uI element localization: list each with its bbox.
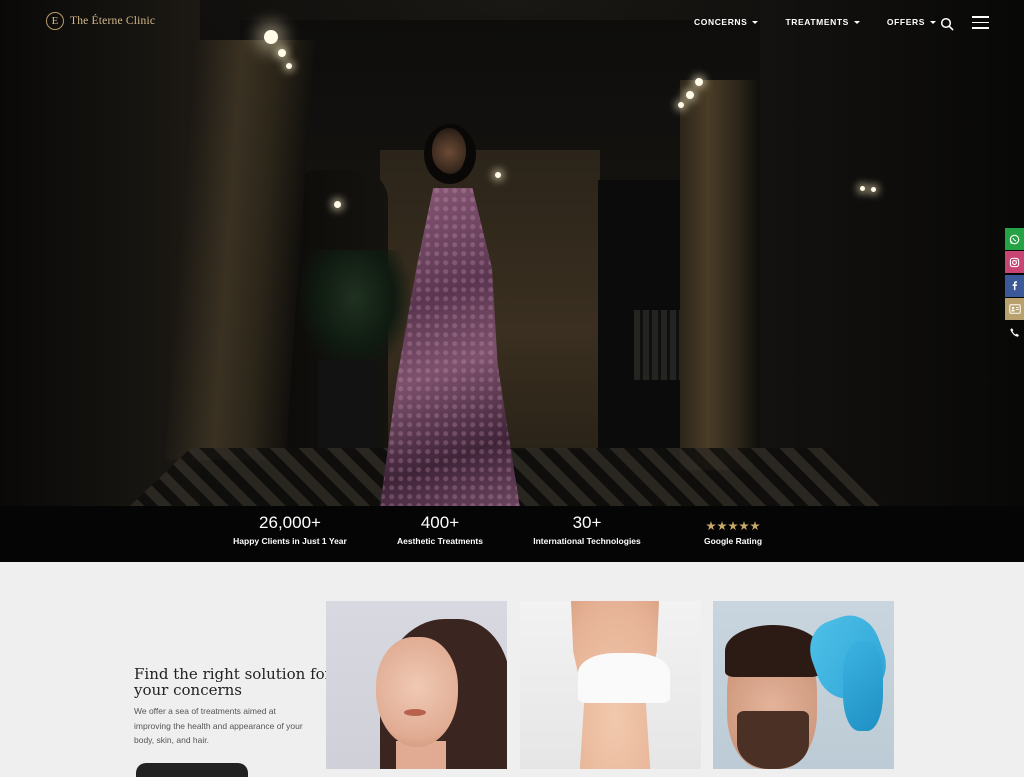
star-icon xyxy=(750,521,760,531)
search-icon[interactable] xyxy=(940,17,954,31)
ceiling-light xyxy=(871,187,876,192)
nav-offers[interactable]: OFFERS xyxy=(887,17,936,27)
section-description: We offer a sea of treatments aimed at im… xyxy=(134,706,303,745)
rating-stars xyxy=(653,513,813,533)
chevron-down-icon xyxy=(752,20,759,24)
contact-card-icon[interactable] xyxy=(1005,297,1024,320)
site-header: E The Éterne Clinic CONCERNS TREATMENTS … xyxy=(0,0,1024,48)
nav-treatments[interactable]: TREATMENTS xyxy=(785,17,860,27)
ceiling-light xyxy=(286,63,292,69)
nav-concerns[interactable]: CONCERNS xyxy=(694,17,759,27)
hero-right-pillar xyxy=(680,80,760,470)
instagram-icon[interactable] xyxy=(1005,251,1024,274)
star-icon xyxy=(728,521,738,531)
brand-logo[interactable]: E The Éterne Clinic xyxy=(46,12,155,30)
ceiling-light xyxy=(334,201,341,208)
stats-bar: 26,000+ Happy Clients in Just 1 Year 400… xyxy=(0,506,1024,562)
main-nav: CONCERNS TREATMENTS OFFERS xyxy=(694,17,936,27)
chevron-down-icon xyxy=(853,20,860,24)
star-icon xyxy=(717,521,727,531)
chevron-down-icon xyxy=(929,20,936,24)
hero-right-wall xyxy=(760,0,1024,506)
section-title: Find the right solution for your concern… xyxy=(134,665,332,699)
face-concern-image[interactable] xyxy=(326,601,507,769)
ceiling-light xyxy=(860,186,865,191)
stat-google-rating: Google Rating xyxy=(653,513,813,546)
nav-treatments-label: TREATMENTS xyxy=(785,17,849,27)
logo-mark: E xyxy=(46,12,64,30)
whatsapp-icon[interactable] xyxy=(1005,228,1024,250)
star-icon xyxy=(739,521,749,531)
phone-icon[interactable] xyxy=(1005,321,1024,343)
ceiling-light xyxy=(278,49,286,57)
stat-value: 26,000+ xyxy=(259,513,321,532)
facebook-icon[interactable] xyxy=(1005,274,1024,297)
social-sidebar xyxy=(1005,228,1024,344)
stat-happy-clients: 26,000+ Happy Clients in Just 1 Year xyxy=(210,513,370,546)
stat-technologies: 30+ International Technologies xyxy=(507,513,667,546)
stat-label: Google Rating xyxy=(703,536,763,546)
nav-concerns-label: CONCERNS xyxy=(694,17,748,27)
hamburger-menu-icon[interactable] xyxy=(972,16,990,30)
stat-label: International Technologies xyxy=(533,536,641,546)
star-icon xyxy=(706,521,716,531)
ceiling-light xyxy=(678,102,684,108)
hero-banner xyxy=(0,0,1024,506)
explore-button[interactable] xyxy=(136,763,248,777)
stat-value: 400+ xyxy=(420,513,460,532)
stat-label: Happy Clients in Just 1 Year xyxy=(233,536,347,546)
hero-model-figure xyxy=(360,124,530,506)
hair-concern-image[interactable] xyxy=(713,601,894,769)
stat-label: Aesthetic Treatments xyxy=(397,536,483,546)
stat-value: 30+ xyxy=(572,513,602,532)
body-concern-image[interactable] xyxy=(520,601,701,769)
stat-treatments: 400+ Aesthetic Treatments xyxy=(360,513,520,546)
ceiling-light xyxy=(695,78,703,86)
concerns-section: Find the right solution for your concern… xyxy=(0,562,1024,777)
nav-offers-label: OFFERS xyxy=(886,17,925,27)
brand-name: The Éterne Clinic xyxy=(70,15,156,27)
ceiling-light xyxy=(686,91,694,99)
